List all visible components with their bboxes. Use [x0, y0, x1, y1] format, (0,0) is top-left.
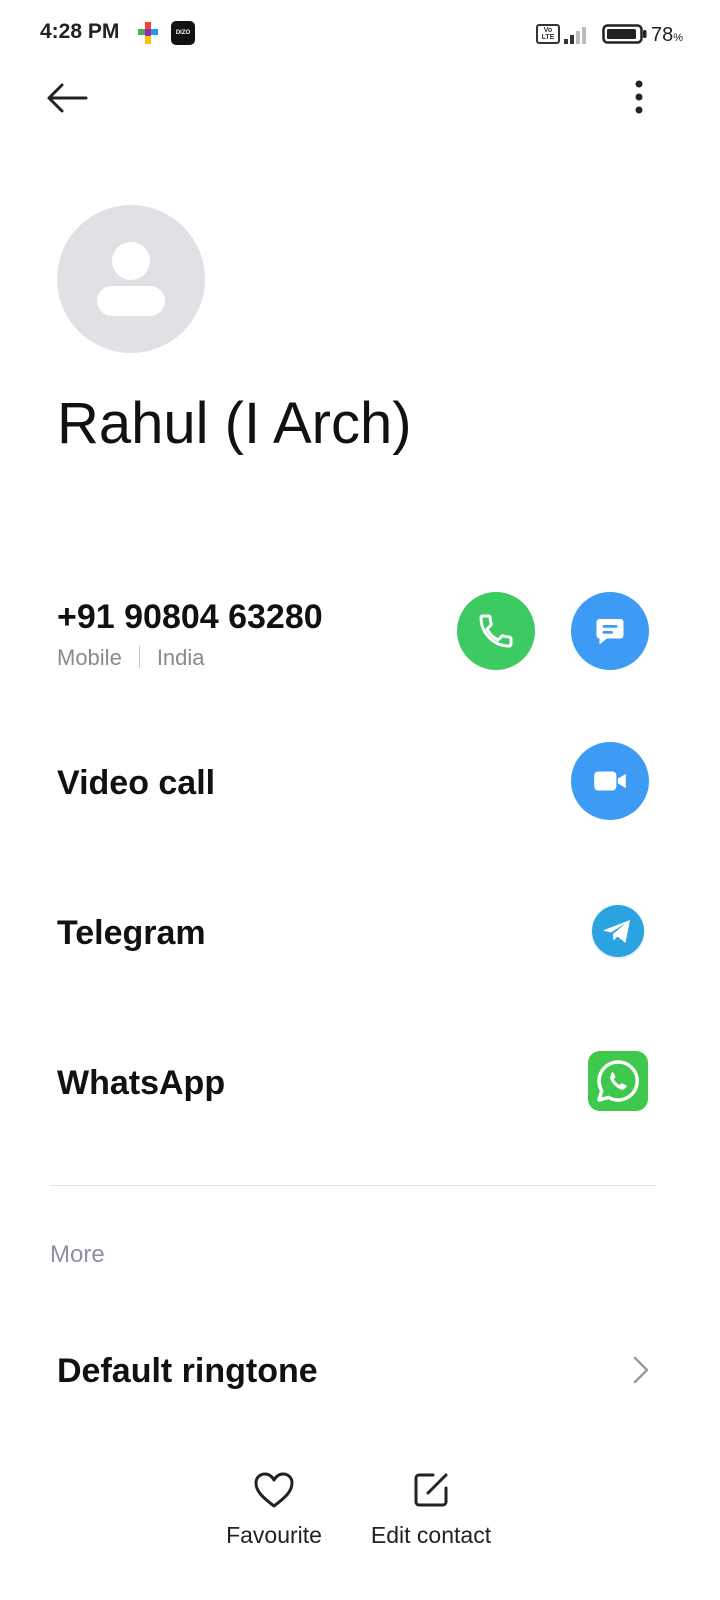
- dizo-app-icon: DIZO: [171, 21, 195, 45]
- phone-type: Mobile: [57, 645, 122, 670]
- meta-divider: [138, 646, 140, 668]
- more-options-button[interactable]: [620, 76, 658, 120]
- video-call-label[interactable]: Video call: [57, 764, 215, 803]
- signal-icon: [564, 27, 586, 44]
- volte-icon: Vo LTE: [536, 24, 560, 44]
- message-button[interactable]: [571, 592, 649, 670]
- favourite-button[interactable]: Favourite: [204, 1468, 344, 1549]
- telegram-icon[interactable]: [590, 903, 646, 959]
- section-divider: [50, 1185, 656, 1186]
- battery-icon: [602, 24, 647, 44]
- chevron-right-icon: [633, 1356, 649, 1384]
- edit-contact-button[interactable]: Edit contact: [361, 1468, 501, 1549]
- whatsapp-icon: [597, 1060, 639, 1102]
- back-button[interactable]: [42, 76, 92, 120]
- whatsapp-label[interactable]: WhatsApp: [57, 1064, 225, 1103]
- phone-region: India: [156, 645, 205, 670]
- battery-percent: 78%: [651, 24, 684, 46]
- telegram-label[interactable]: Telegram: [57, 914, 206, 953]
- phone-icon: [479, 614, 513, 648]
- game-app-icon: [138, 22, 158, 44]
- section-header-more: More: [50, 1241, 105, 1268]
- video-camera-icon: [594, 771, 626, 791]
- favourite-label: Favourite: [226, 1522, 322, 1548]
- edit-icon: [414, 1473, 448, 1507]
- person-icon: [97, 242, 165, 316]
- video-call-button[interactable]: [571, 742, 649, 820]
- avatar: [57, 205, 205, 353]
- status-time: 4:28 PM: [40, 20, 120, 43]
- chat-bubble-icon: [596, 619, 624, 645]
- heart-icon: [254, 1472, 294, 1508]
- phone-number[interactable]: +91 90804 63280: [57, 598, 323, 637]
- whatsapp-button[interactable]: [588, 1051, 648, 1111]
- call-button[interactable]: [457, 592, 535, 670]
- edit-contact-label: Edit contact: [370, 1522, 492, 1548]
- arrow-left-icon: [47, 83, 88, 113]
- default-ringtone-label: Default ringtone: [57, 1352, 318, 1390]
- more-vertical-icon: [635, 80, 643, 114]
- default-ringtone-row[interactable]: Default ringtone: [0, 1330, 720, 1410]
- phone-meta: Mobile India: [57, 645, 205, 671]
- contact-name: Rahul (I Arch): [57, 391, 412, 456]
